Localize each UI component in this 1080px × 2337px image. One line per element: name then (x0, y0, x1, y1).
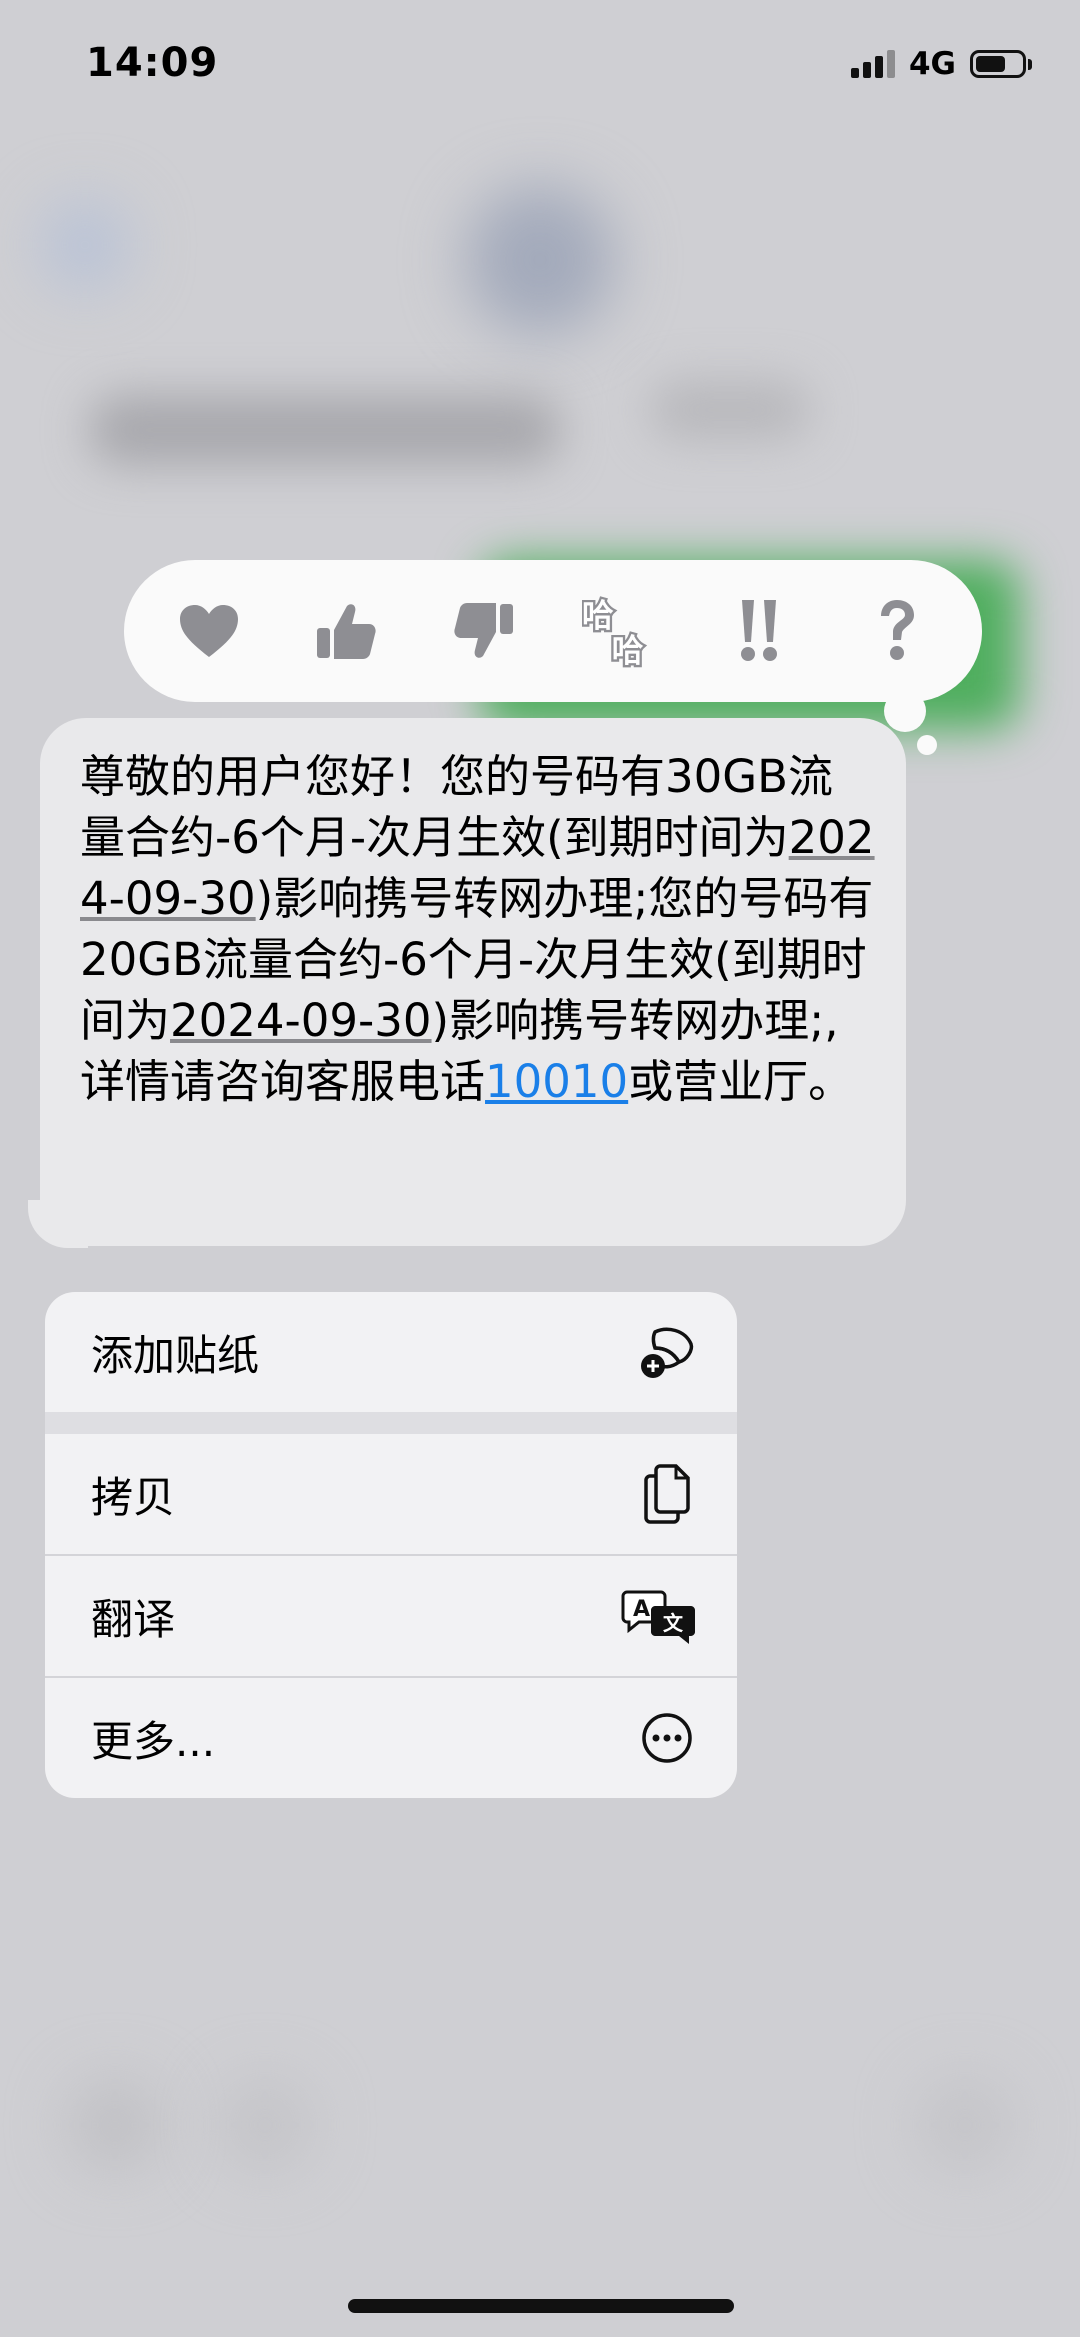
ellipsis-circle-icon (637, 1708, 697, 1768)
message-text: 尊敬的用户您好！您的号码有30GB流量合约-6个月-次月生效(到期时间为 2024… (80, 746, 876, 1112)
translate-icon: A文 (621, 1586, 697, 1646)
heart-icon[interactable] (169, 591, 249, 671)
haha-icon[interactable]: 哈哈 (582, 591, 662, 671)
svg-text:哈: 哈 (612, 634, 644, 670)
message-text-part: 尊敬的用户您好！您的号码有30GB流量合约-6个月-次月生效(到期时间为 (80, 750, 834, 864)
message-bubble[interactable]: 尊敬的用户您好！您的号码有30GB流量合约-6个月-次月生效(到期时间为 2024… (40, 718, 906, 1246)
menu-item-label: 添加贴纸 (91, 1330, 260, 1380)
question-icon[interactable] (857, 591, 937, 671)
copy-icon (637, 1464, 697, 1524)
thumbs-up-icon[interactable] (306, 591, 386, 671)
thumbs-down-icon[interactable] (444, 591, 524, 671)
menu-item-label: 拷贝 (91, 1472, 176, 1522)
blurred-avatar-left (40, 200, 130, 290)
menu-item-more[interactable]: 更多... (45, 1678, 737, 1798)
tapback-bar: 哈哈 (124, 560, 982, 702)
menu-item-add-sticker[interactable]: 添加贴纸 (45, 1292, 737, 1412)
blurred-contact-name (90, 395, 560, 465)
menu-item-label: 更多... (91, 1716, 216, 1766)
sticker-add-icon (637, 1322, 697, 1382)
blurred-input-icon (70, 2080, 160, 2170)
status-time: 14:09 (86, 40, 219, 86)
tapback-tail-dot-small (917, 735, 937, 755)
blurred-contact-detail (650, 380, 810, 440)
menu-item-copy[interactable]: 拷贝 (45, 1434, 737, 1554)
phone-link[interactable]: 10010 (485, 1055, 628, 1108)
blurred-mic-icon (920, 2080, 1010, 2170)
translate-icon-glyph-b: 文 (663, 1611, 684, 1635)
context-menu: 添加贴纸 拷贝 翻译 A文 更多... (45, 1292, 737, 1798)
signal-icon (850, 50, 895, 78)
svg-text:哈: 哈 (582, 598, 614, 634)
home-indicator[interactable] (348, 2299, 734, 2313)
menu-item-label: 翻译 (91, 1594, 176, 1644)
menu-item-translate[interactable]: 翻译 A文 (45, 1556, 737, 1676)
network-type: 4G (908, 46, 956, 82)
blurred-avatar-center (465, 185, 615, 335)
battery-icon (970, 50, 1026, 78)
exclamation-icon[interactable] (719, 591, 799, 671)
date-link[interactable]: 2024-09-30 (170, 994, 432, 1047)
status-indicators: 4G (850, 46, 1032, 82)
menu-group-gap (45, 1412, 737, 1434)
message-text-part: 或营业厅。 (628, 1055, 854, 1108)
blurred-input-field (220, 2080, 310, 2170)
translate-icon-glyph-a: A (633, 1597, 650, 1622)
tapback-tail-dot (884, 690, 926, 732)
